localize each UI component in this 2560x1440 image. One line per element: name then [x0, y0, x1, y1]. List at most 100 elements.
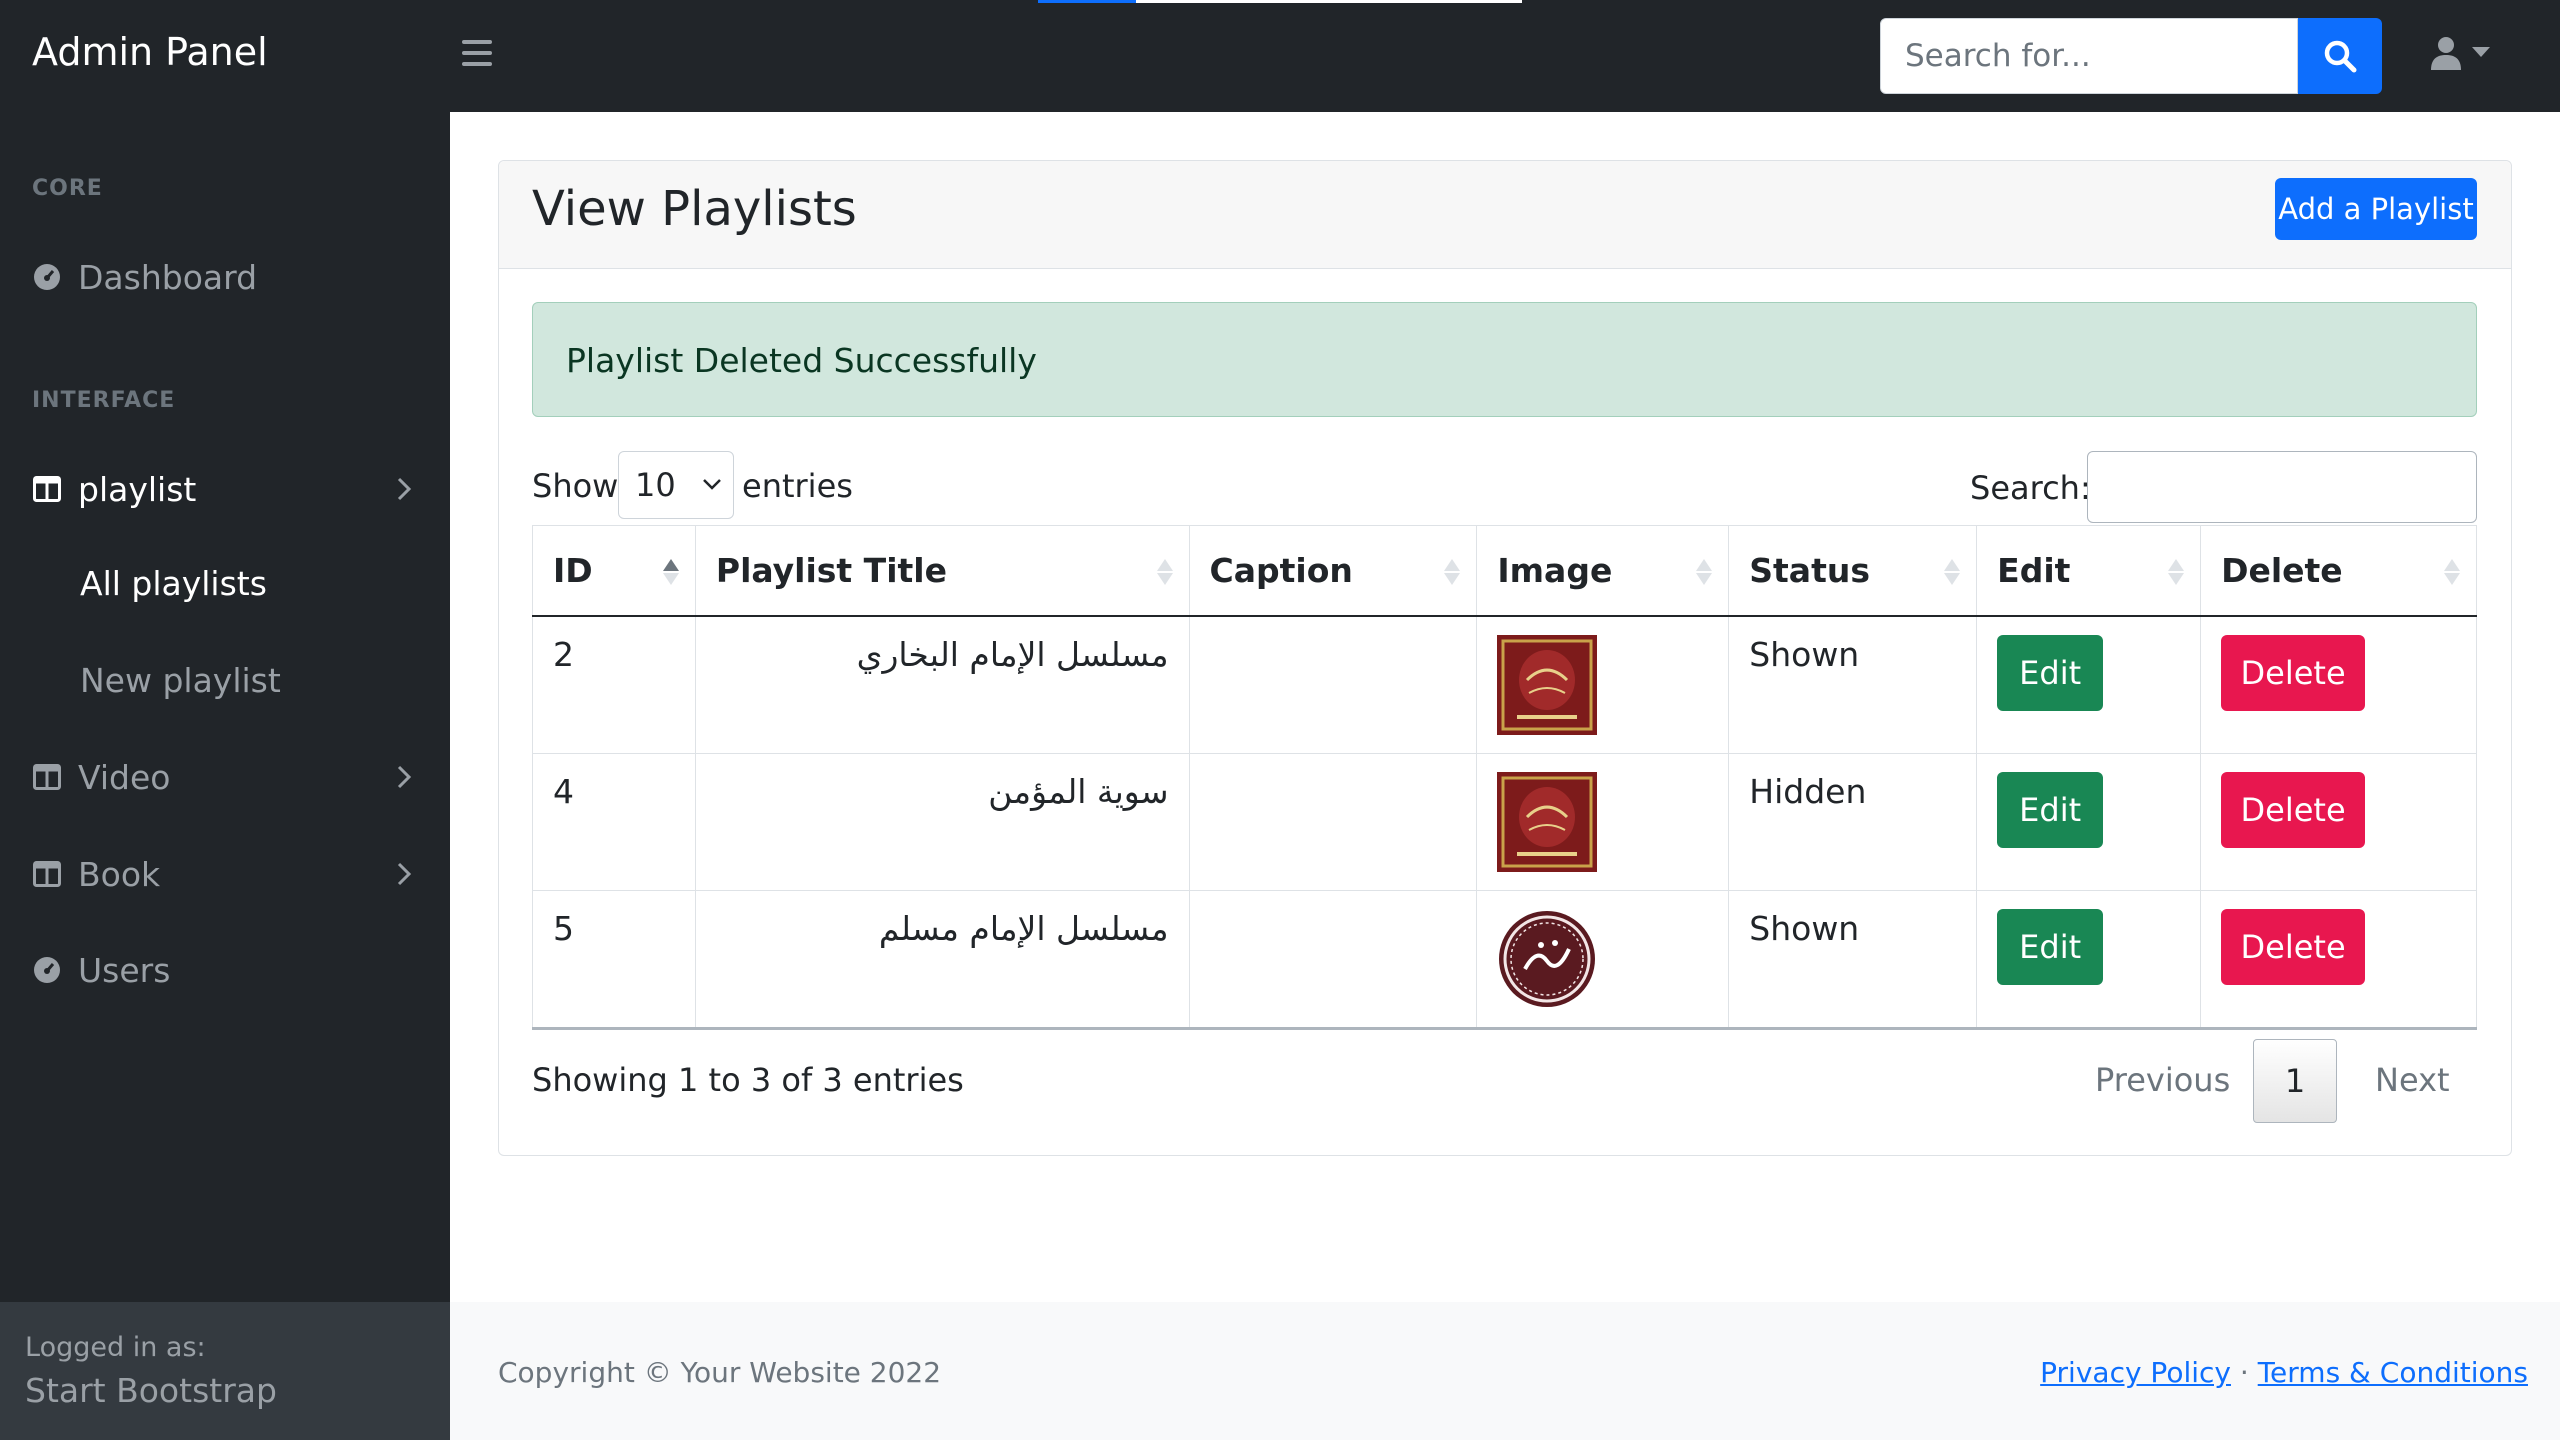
copyright-text: Copyright © Your Website 2022	[498, 1356, 942, 1389]
search-icon	[2324, 40, 2357, 73]
cell-caption	[1188, 752, 1478, 891]
column-header-image[interactable]: Image	[1476, 525, 1730, 616]
column-header-id[interactable]: ID	[532, 525, 696, 616]
pagination: Previous 1 Next	[2073, 1039, 2477, 1123]
chevron-right-icon	[397, 862, 412, 886]
cell-status: Shown	[1728, 615, 1978, 754]
playlist-thumbnail	[1497, 634, 1598, 735]
progress-bar-segment	[1038, 0, 1136, 3]
show-label: Show	[532, 467, 619, 505]
cell-image	[1476, 889, 1730, 1030]
sidebar-item-label: Users	[78, 950, 171, 990]
playlist-thumbnail	[1497, 771, 1598, 872]
column-header-status[interactable]: Status	[1728, 525, 1978, 616]
logged-in-label: Logged in as:	[25, 1332, 206, 1363]
user-menu[interactable]	[2430, 36, 2490, 70]
cell-caption	[1188, 615, 1478, 754]
cell-caption	[1188, 889, 1478, 1030]
pagination-page-1[interactable]: 1	[2253, 1039, 2337, 1123]
sort-icon	[1156, 559, 1173, 585]
pagination-previous[interactable]: Previous	[2095, 1061, 2230, 1099]
sidebar-item-book[interactable]: Book	[0, 839, 450, 909]
columns-icon	[32, 474, 62, 504]
success-alert: Playlist Deleted Successfully	[532, 302, 2477, 417]
cell-title: سوية المؤمن	[694, 752, 1190, 891]
column-header-title[interactable]: Playlist Title	[694, 525, 1190, 616]
footer-separator: ·	[2239, 1356, 2249, 1389]
sort-icon	[1944, 559, 1961, 585]
sidebar-item-video[interactable]: Video	[0, 742, 450, 812]
table-search-input[interactable]	[2087, 451, 2477, 523]
playlists-card: View Playlists Add a Playlist Playlist D…	[498, 160, 2512, 1156]
cell-image	[1476, 752, 1730, 891]
chevron-right-icon	[397, 765, 412, 789]
top-search	[1880, 18, 2382, 94]
playlist-thumbnail	[1499, 910, 1596, 1007]
column-header-caption[interactable]: Caption	[1188, 525, 1478, 616]
sidebar-footer: Logged in as: Start Bootstrap	[0, 1302, 450, 1440]
top-search-input[interactable]	[1880, 18, 2298, 94]
delete-button[interactable]: Delete	[2221, 634, 2366, 711]
page-footer: Copyright © Your Website 2022 Privacy Po…	[450, 1302, 2560, 1440]
privacy-policy-link[interactable]: Privacy Policy	[2040, 1356, 2231, 1389]
footer-links: Privacy Policy · Terms & Conditions	[2040, 1356, 2528, 1389]
table-info: Showing 1 to 3 of 3 entries	[532, 1061, 964, 1099]
cell-id: 5	[532, 889, 696, 1030]
sidebar-item-label: Dashboard	[78, 257, 258, 297]
table-row: 5 مسلسل الإمام مسلم Shown Edit Delete	[532, 889, 2477, 1030]
sidebar-item-dashboard[interactable]: Dashboard	[0, 242, 450, 312]
sort-icon	[2168, 559, 2185, 585]
cell-delete: Delete	[2200, 889, 2477, 1030]
edit-button[interactable]: Edit	[1997, 908, 2104, 985]
menu-icon[interactable]	[462, 40, 492, 68]
cell-delete: Delete	[2200, 752, 2477, 891]
terms-link[interactable]: Terms & Conditions	[2258, 1356, 2528, 1389]
card-header: View Playlists Add a Playlist	[499, 161, 2511, 269]
sidebar-subitem-all-playlists[interactable]: All playlists	[80, 564, 267, 603]
page-length-select[interactable]: 10	[618, 451, 734, 519]
sidebar-item-label: Video	[78, 757, 171, 797]
tachometer-icon	[32, 262, 62, 292]
cell-id: 2	[532, 615, 696, 754]
sidebar-subitem-new-playlist[interactable]: New playlist	[80, 661, 281, 700]
cell-title: مسلسل الإمام مسلم	[694, 889, 1190, 1030]
table-row: 2 مسلسل الإمام البخاري Shown Edit Delete	[532, 615, 2477, 754]
add-playlist-button[interactable]: Add a Playlist	[2275, 178, 2477, 240]
page-title: View Playlists	[532, 181, 857, 237]
cell-edit: Edit	[1976, 615, 2202, 754]
column-header-edit[interactable]: Edit	[1976, 525, 2202, 616]
cell-edit: Edit	[1976, 752, 2202, 891]
edit-button[interactable]: Edit	[1997, 634, 2104, 711]
pagination-next[interactable]: Next	[2375, 1061, 2450, 1099]
columns-icon	[32, 859, 62, 889]
sidebar-item-playlist[interactable]: playlist	[0, 454, 450, 524]
table-header-row: ID Playlist Title Caption Image Status E…	[532, 525, 2477, 616]
column-header-delete[interactable]: Delete	[2200, 525, 2477, 616]
delete-button[interactable]: Delete	[2221, 771, 2366, 848]
cell-status: Hidden	[1728, 752, 1978, 891]
delete-button[interactable]: Delete	[2221, 908, 2366, 985]
table-row: 4 سوية المؤمن Hidden Edit Delete	[532, 752, 2477, 891]
brand-title[interactable]: Admin Panel	[32, 30, 268, 74]
cell-id: 4	[532, 752, 696, 891]
table-controls: Show 10 entries Search:	[532, 451, 2477, 523]
cell-edit: Edit	[1976, 889, 2202, 1030]
edit-button[interactable]: Edit	[1997, 771, 2104, 848]
cell-status: Shown	[1728, 889, 1978, 1030]
columns-icon	[32, 762, 62, 792]
sidebar-item-label: playlist	[78, 469, 197, 509]
cell-title: مسلسل الإمام البخاري	[694, 615, 1190, 754]
sidebar-item-label: Book	[78, 854, 161, 894]
user-icon	[2431, 37, 2461, 70]
sort-icon	[1444, 559, 1461, 585]
playlists-table: ID Playlist Title Caption Image Status E…	[532, 525, 2477, 1030]
sidebar-item-users[interactable]: Users	[0, 935, 450, 1005]
logged-in-user: Start Bootstrap	[25, 1371, 277, 1410]
progress-bar-segment	[1136, 0, 1522, 3]
sort-icon	[2444, 559, 2460, 585]
top-search-button[interactable]	[2298, 18, 2382, 94]
chevron-right-icon	[397, 477, 412, 501]
tachometer-icon	[32, 955, 62, 985]
sidebar: CORE Dashboard INTERFACE playlist All pl…	[0, 112, 450, 1302]
sidebar-heading-interface: INTERFACE	[32, 388, 176, 413]
